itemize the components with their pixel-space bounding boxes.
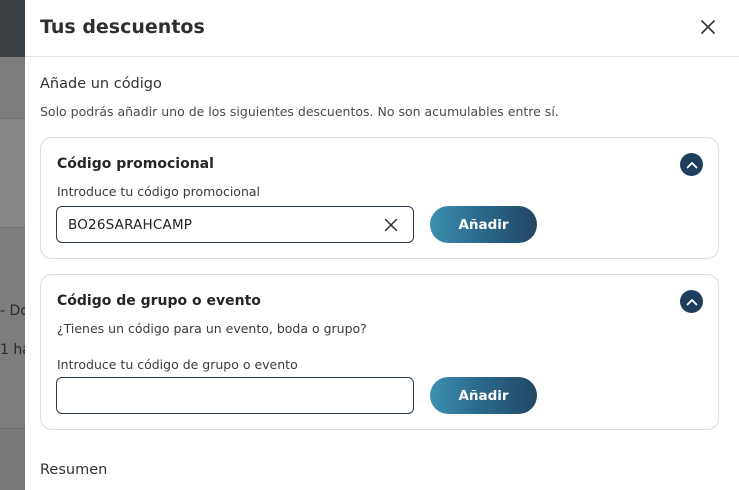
group-code-field-label: Introduce tu código de grupo o evento (57, 357, 298, 372)
group-code-input-wrapper (56, 377, 414, 414)
promo-code-card: Código promocional Introduce tu código p… (40, 137, 719, 259)
group-add-button[interactable]: Añadir (430, 377, 537, 414)
summary-title: Resumen (40, 462, 108, 478)
add-code-title: Añade un código (40, 76, 162, 92)
promo-add-button[interactable]: Añadir (430, 206, 537, 243)
chevron-up-icon[interactable] (680, 290, 703, 313)
group-code-card: Código de grupo o evento ¿Tienes un códi… (40, 274, 719, 430)
drawer-title: Tus descuentos (40, 16, 205, 38)
promo-code-input-wrapper (56, 206, 414, 243)
promo-code-input[interactable] (57, 207, 413, 242)
promo-code-field-label: Introduce tu código promocional (57, 184, 261, 199)
clear-icon[interactable] (383, 217, 399, 233)
chevron-up-icon[interactable] (680, 153, 703, 176)
group-code-question: ¿Tienes un código para un evento, boda o… (57, 321, 367, 336)
promo-code-title: Código promocional (57, 156, 214, 172)
group-code-input[interactable] (57, 378, 413, 413)
close-icon[interactable] (697, 16, 719, 38)
discounts-drawer: Tus descuentos Añade un código Solo podr… (25, 0, 739, 490)
add-code-description: Solo podrás añadir uno de los siguientes… (40, 104, 559, 119)
drawer-header: Tus descuentos (25, 0, 739, 57)
group-code-title: Código de grupo o evento (57, 293, 261, 309)
